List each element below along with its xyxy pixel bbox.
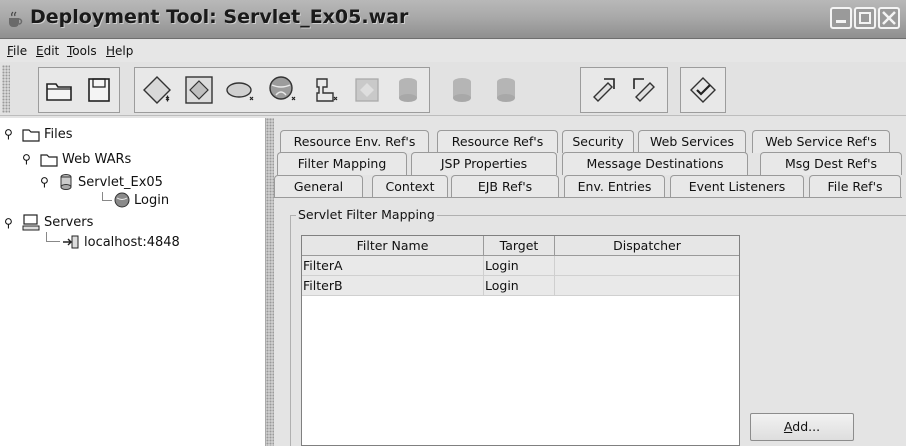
cell-target[interactable]: Login xyxy=(484,276,555,296)
new-client-icon xyxy=(226,82,254,101)
new-database-button xyxy=(389,68,429,112)
toolbar-group-deploy xyxy=(580,67,668,113)
web-component-globe-icon xyxy=(114,192,130,208)
new-application-icon xyxy=(143,76,171,104)
undeploy-button[interactable] xyxy=(625,68,665,112)
verify-button[interactable] xyxy=(683,68,723,112)
minimize-icon xyxy=(836,20,846,23)
database-disabled-icon xyxy=(497,78,515,102)
verify-checkmark-icon xyxy=(690,77,716,103)
minimize-button[interactable] xyxy=(830,7,852,29)
tab-event-listeners[interactable]: Event Listeners xyxy=(670,175,804,198)
new-client-button[interactable] xyxy=(221,68,261,112)
disabled-button-2 xyxy=(487,68,527,112)
column-header-target[interactable]: Target xyxy=(484,236,555,256)
new-application-button[interactable] xyxy=(137,68,177,112)
close-button[interactable] xyxy=(878,7,900,29)
tree-node-localhost[interactable]: localhost:4848 xyxy=(62,234,180,250)
deploy-button[interactable] xyxy=(583,68,623,112)
java-cup-icon xyxy=(9,11,23,27)
tab-resource-env-refs[interactable]: Resource Env. Ref's xyxy=(280,130,429,153)
tree-handle-icon[interactable]: ⚲ xyxy=(22,152,31,166)
cell-filter-name[interactable]: FilterA xyxy=(302,256,484,276)
split-pane-divider[interactable] xyxy=(266,118,274,446)
tab-message-destinations[interactable]: Message Destinations xyxy=(562,152,748,175)
title-bar: Deployment Tool: Servlet_Ex05.war xyxy=(0,0,906,39)
window-title: Deployment Tool: Servlet_Ex05.war xyxy=(30,6,409,28)
tab-env-entries[interactable]: Env. Entries xyxy=(564,175,665,198)
open-button[interactable] xyxy=(39,68,79,112)
close-icon xyxy=(882,11,896,25)
menu-tools[interactable]: Tools xyxy=(67,44,97,58)
server-connect-icon xyxy=(63,235,79,249)
database-disabled-icon xyxy=(399,78,417,102)
tab-web-services[interactable]: Web Services xyxy=(638,130,746,153)
table-row[interactable]: FilterA Login xyxy=(302,256,739,276)
new-module-icon xyxy=(185,76,213,104)
filter-mapping-table[interactable]: Filter Name Target Dispatcher FilterA Lo… xyxy=(301,235,740,446)
server-icon xyxy=(22,214,40,231)
tab-general[interactable]: General xyxy=(274,175,363,198)
tree-connector xyxy=(46,232,60,242)
tree-node-files[interactable]: Files xyxy=(22,127,73,142)
tab-web-service-refs[interactable]: Web Service Ref's xyxy=(752,130,890,153)
tab-file-refs[interactable]: File Ref's xyxy=(809,175,901,198)
column-header-filter-name[interactable]: Filter Name xyxy=(302,236,484,256)
save-button[interactable] xyxy=(79,68,119,112)
cell-target[interactable]: Login xyxy=(484,256,555,276)
database-disabled-icon xyxy=(453,78,471,102)
tab-security[interactable]: Security xyxy=(562,130,634,153)
table-row[interactable]: FilterB Login xyxy=(302,276,739,296)
tab-resource-refs[interactable]: Resource Ref's xyxy=(437,130,558,153)
menu-bar: File Edit Tools Help xyxy=(0,40,906,62)
tree-connector xyxy=(102,192,112,201)
disabled-button-1 xyxy=(443,68,483,112)
war-jar-icon xyxy=(60,174,72,190)
column-header-dispatcher[interactable]: Dispatcher xyxy=(555,236,739,256)
tab-jsp-properties[interactable]: JSP Properties xyxy=(411,152,557,175)
tree-handle-icon[interactable]: ⚲ xyxy=(40,175,49,189)
tree-handle-icon[interactable]: ⚲ xyxy=(4,216,13,230)
tree-node-login[interactable]: Login xyxy=(114,192,169,208)
tree-panel: ⚲ Files ⚲ Web WARs ⚲ Servlet_Ex05 Login … xyxy=(0,118,266,446)
maximize-icon xyxy=(859,12,871,24)
cell-filter-name[interactable]: FilterB xyxy=(302,276,484,296)
deploy-icon xyxy=(593,78,615,102)
tree-node-servers[interactable]: Servers xyxy=(22,213,93,231)
tab-filter-mapping[interactable]: Filter Mapping xyxy=(277,152,407,175)
open-folder-icon xyxy=(46,83,72,101)
tree-node-servlet[interactable]: Servlet_Ex05 xyxy=(58,173,163,191)
folder-icon xyxy=(22,128,40,142)
folder-icon xyxy=(40,153,58,167)
new-module-button[interactable] xyxy=(179,68,219,112)
new-web-component-button[interactable] xyxy=(263,68,303,112)
cell-dispatcher[interactable] xyxy=(555,276,739,296)
maximize-button[interactable] xyxy=(854,7,876,29)
add-button[interactable]: Add... xyxy=(750,413,854,441)
tab-baseline xyxy=(274,197,902,198)
menu-file[interactable]: File xyxy=(7,44,27,58)
toolbar xyxy=(0,62,906,116)
toolbar-group-components xyxy=(134,67,430,113)
toolbar-group-disabled xyxy=(442,67,572,113)
panel-title: Servlet Filter Mapping xyxy=(296,207,437,222)
save-icon xyxy=(88,78,110,102)
tab-context[interactable]: Context xyxy=(372,175,448,198)
toolbar-grip[interactable] xyxy=(2,65,10,113)
menu-help[interactable]: Help xyxy=(106,44,133,58)
tab-msg-dest-refs[interactable]: Msg Dest Ref's xyxy=(760,152,902,175)
undeploy-icon xyxy=(633,78,655,102)
menu-edit[interactable]: Edit xyxy=(36,44,59,58)
tab-ejb-refs[interactable]: EJB Ref's xyxy=(451,175,559,198)
tree-handle-icon[interactable]: ⚲ xyxy=(4,127,13,141)
cell-dispatcher[interactable] xyxy=(555,256,739,276)
globe-icon xyxy=(269,76,296,101)
connector-icon xyxy=(316,78,338,102)
new-bean-button xyxy=(347,68,387,112)
tree-node-web-wars[interactable]: Web WARs xyxy=(40,152,131,167)
new-connector-button[interactable] xyxy=(305,68,345,112)
bean-disabled-icon xyxy=(355,78,379,102)
toolbar-group-verify xyxy=(680,67,726,113)
toolbar-group-file xyxy=(38,67,120,113)
